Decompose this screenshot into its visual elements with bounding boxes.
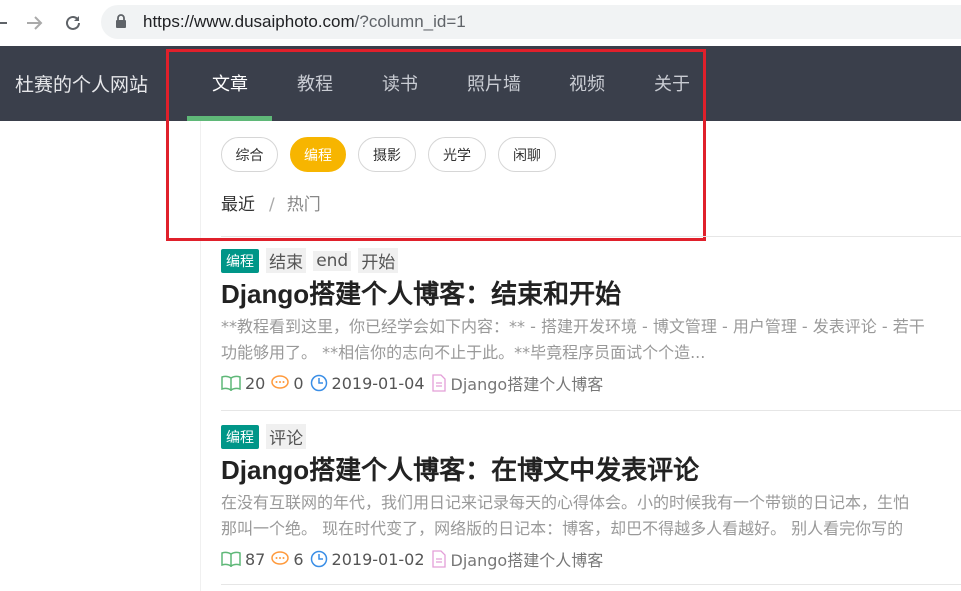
column-chip-programming[interactable]: 编程: [290, 137, 346, 172]
nav-item-about[interactable]: 关于: [654, 70, 690, 96]
nav-item-photo-wall[interactable]: 照片墙: [467, 70, 521, 96]
excerpt-line: 那叫一个绝。 现在时代变了，网络版的日记本：博客，却巴不得越多人看越好。 别人看…: [221, 519, 904, 538]
view-count: 87: [245, 549, 266, 569]
article-item: 编程 结束 end 开始 Django搭建个人博客：结束和开始 **教程看到这里…: [221, 248, 961, 398]
lock-icon: [115, 14, 127, 33]
article-excerpt: 在没有互联网的年代，我们用日记来记录每天的心得体会。小的时候我有一个带锁的日记本…: [221, 490, 961, 542]
url-path: /?column_id=1: [354, 12, 466, 31]
article-excerpt: **教程看到这里，你已经学会如下内容：** - 搭建开发环境 - 博文管理 - …: [221, 314, 961, 366]
nav-item-tutorials[interactable]: 教程: [297, 70, 333, 96]
tag[interactable]: end: [313, 250, 352, 271]
column-chip-photography[interactable]: 摄影: [358, 137, 416, 172]
series-link[interactable]: Django搭建个人博客: [451, 547, 604, 571]
document-icon: [431, 550, 446, 568]
book-icon: [221, 375, 241, 391]
article-title[interactable]: Django搭建个人博客：结束和开始: [221, 274, 621, 311]
nav-item-reading[interactable]: 读书: [382, 70, 418, 96]
excerpt-line: **教程看到这里，你已经学会如下内容：** - 搭建开发环境 - 博文管理 - …: [221, 317, 925, 336]
article-item: 编程 评论 Django搭建个人博客：在博文中发表评论 在没有互联网的年代，我们…: [221, 424, 961, 574]
nav-item-articles[interactable]: 文章: [212, 70, 248, 96]
publish-date: 2019-01-02: [331, 549, 425, 569]
publish-date: 2019-01-04: [331, 373, 425, 393]
book-icon: [221, 551, 241, 567]
url-host: https://www.dusaiphoto.com: [143, 12, 355, 31]
reload-icon[interactable]: [59, 9, 87, 37]
article-divider: [221, 410, 961, 411]
site-navbar: 杜赛的个人网站 文章 教程 读书 照片墙 视频 关于: [0, 46, 961, 121]
column-chip-general[interactable]: 综合: [221, 137, 278, 172]
article-meta: 87 6 2019-01-02 Django搭建个人博客: [221, 547, 603, 571]
excerpt-line: 功能够用了。 **相信你的志向不止于此。**毕竟程序员面试个个造...: [221, 343, 706, 362]
tag[interactable]: 结束: [266, 248, 307, 273]
back-icon[interactable]: [0, 9, 14, 37]
article-title[interactable]: Django搭建个人博客：在博文中发表评论: [221, 450, 699, 487]
article-meta: 20 0 2019-01-04 Django搭建个人博客: [221, 371, 603, 395]
series-link[interactable]: Django搭建个人博客: [451, 371, 604, 395]
category-badge[interactable]: 编程: [221, 248, 259, 273]
article-tags: 编程 评论: [221, 424, 307, 449]
document-icon: [431, 374, 446, 392]
site-brand[interactable]: 杜赛的个人网站: [15, 70, 148, 97]
clock-icon: [310, 550, 327, 568]
comment-icon: [271, 551, 290, 565]
sort-hot-link[interactable]: 热门: [287, 195, 321, 215]
column-chip-optics[interactable]: 光学: [428, 137, 486, 172]
comment-icon: [271, 375, 290, 389]
article-divider: [221, 584, 961, 585]
content-divider: [200, 121, 201, 591]
address-bar[interactable]: https://www.dusaiphoto.com/?column_id=1: [101, 5, 961, 39]
comment-count: 6: [293, 549, 304, 569]
clock-icon: [310, 374, 327, 392]
forward-icon[interactable]: [20, 9, 48, 37]
url-text: https://www.dusaiphoto.com/?column_id=1: [143, 12, 466, 32]
comment-count: 0: [293, 373, 304, 393]
view-count: 20: [245, 373, 266, 393]
nav-item-videos[interactable]: 视频: [569, 70, 605, 96]
tag[interactable]: 开始: [358, 248, 399, 273]
column-chip-chat[interactable]: 闲聊: [498, 137, 556, 172]
browser-toolbar: https://www.dusaiphoto.com/?column_id=1: [0, 0, 961, 47]
sort-latest-link[interactable]: 最近: [221, 195, 255, 215]
article-divider: [221, 236, 961, 237]
tag[interactable]: 评论: [266, 424, 307, 449]
sort-row: 最近 / 热门: [221, 190, 321, 215]
excerpt-line: 在没有互联网的年代，我们用日记来记录每天的心得体会。小的时候我有一个带锁的日记本…: [221, 493, 910, 512]
article-tags: 编程 结束 end 开始: [221, 248, 399, 273]
category-badge[interactable]: 编程: [221, 424, 259, 449]
sort-separator: /: [269, 195, 275, 215]
